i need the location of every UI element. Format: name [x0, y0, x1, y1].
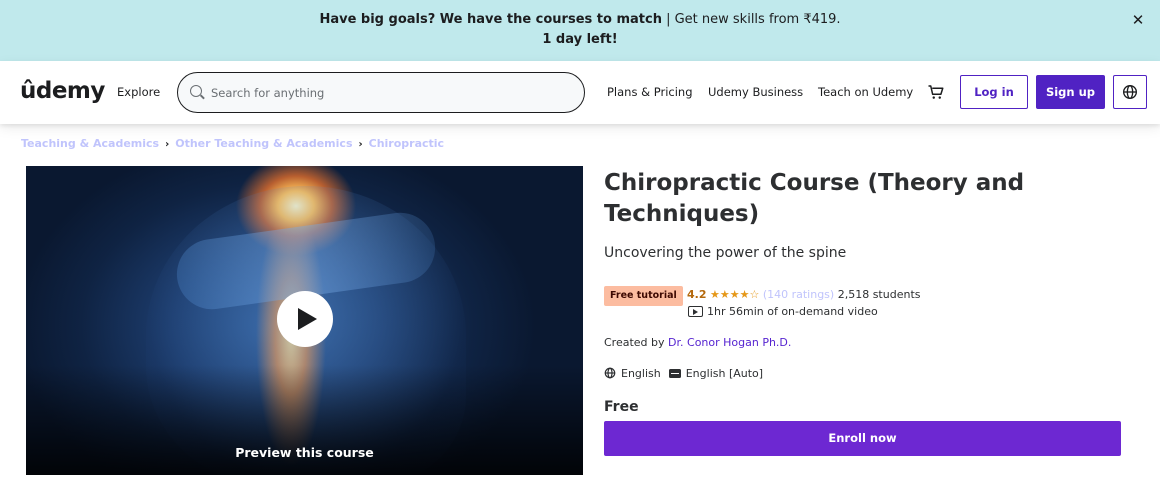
- rating-value: 4.2: [687, 288, 707, 301]
- created-by-label: Created by: [604, 336, 669, 349]
- course-preview[interactable]: Preview this course: [26, 166, 583, 475]
- students-count: 2,518 students: [837, 288, 921, 301]
- udemy-logo[interactable]: ûdemy: [20, 78, 105, 104]
- rating-line: 4.2 ★★★★☆ (140 ratings) 2,518 students: [687, 288, 921, 301]
- globe-icon: [1123, 85, 1137, 99]
- course-price: Free: [604, 399, 639, 415]
- course-captions: English [Auto]: [685, 367, 764, 380]
- free-tutorial-badge: Free tutorial: [604, 286, 683, 306]
- video-length: 1hr 56min of on-demand video: [688, 305, 878, 318]
- explore-link[interactable]: Explore: [117, 85, 160, 99]
- banner-countdown: 1 day left!: [542, 32, 618, 47]
- breadcrumb-separator: ›: [165, 139, 170, 150]
- breadcrumb-item-other-teaching[interactable]: Other Teaching & Academics: [175, 137, 352, 150]
- course-title: Chiropractic Course (Theory and Techniqu…: [604, 170, 1025, 227]
- course-subtitle: Uncovering the power of the spine: [604, 245, 847, 261]
- language-button[interactable]: [1113, 75, 1147, 109]
- breadcrumb: Teaching & Academics › Other Teaching & Ac…: [21, 137, 444, 150]
- enroll-button[interactable]: Enroll now: [604, 421, 1121, 456]
- teach-on-udemy-link[interactable]: Teach on Udemy: [818, 85, 913, 99]
- play-icon[interactable]: [277, 291, 333, 347]
- language-info: English English [Auto]: [604, 367, 763, 380]
- video-length-text: 1hr 56min of on-demand video: [707, 305, 878, 318]
- ratings-count-link[interactable]: (140 ratings): [763, 288, 834, 301]
- top-navbar: ûdemy Explore Plans & Pricing Udemy Busi…: [0, 61, 1160, 124]
- globe-icon: [604, 367, 616, 379]
- breadcrumb-item-chiropractic[interactable]: Chiropractic: [369, 137, 444, 150]
- banner-headline: Have big goals? We have the courses to m…: [319, 12, 662, 27]
- banner-offer: | Get new skills from ₹419.: [661, 12, 841, 27]
- breadcrumb-item-teaching-academics[interactable]: Teaching & Academics: [21, 137, 159, 150]
- star-rating-icon: ★★★★☆: [710, 288, 760, 301]
- search-bar[interactable]: [177, 72, 585, 113]
- search-input[interactable]: [211, 83, 571, 103]
- login-button[interactable]: Log in: [960, 75, 1028, 109]
- created-by: Created by Dr. Conor Hogan Ph.D.: [604, 336, 791, 349]
- course-language: English: [621, 367, 661, 380]
- search-icon[interactable]: [190, 85, 202, 97]
- preview-label[interactable]: Preview this course: [26, 445, 583, 460]
- banner-text: Have big goals? We have the courses to m…: [0, 10, 1160, 50]
- promo-banner: Have big goals? We have the courses to m…: [0, 0, 1160, 61]
- signup-button[interactable]: Sign up: [1036, 75, 1105, 109]
- closed-captions-icon: [668, 369, 681, 378]
- instructor-link[interactable]: Dr. Conor Hogan Ph.D.: [668, 336, 791, 349]
- plans-pricing-link[interactable]: Plans & Pricing: [607, 85, 693, 99]
- close-icon[interactable]: ✕: [1128, 10, 1148, 30]
- shopping-cart-icon[interactable]: [927, 83, 945, 101]
- breadcrumb-separator: ›: [358, 139, 363, 150]
- video-icon: [688, 306, 703, 317]
- udemy-business-link[interactable]: Udemy Business: [708, 85, 803, 99]
